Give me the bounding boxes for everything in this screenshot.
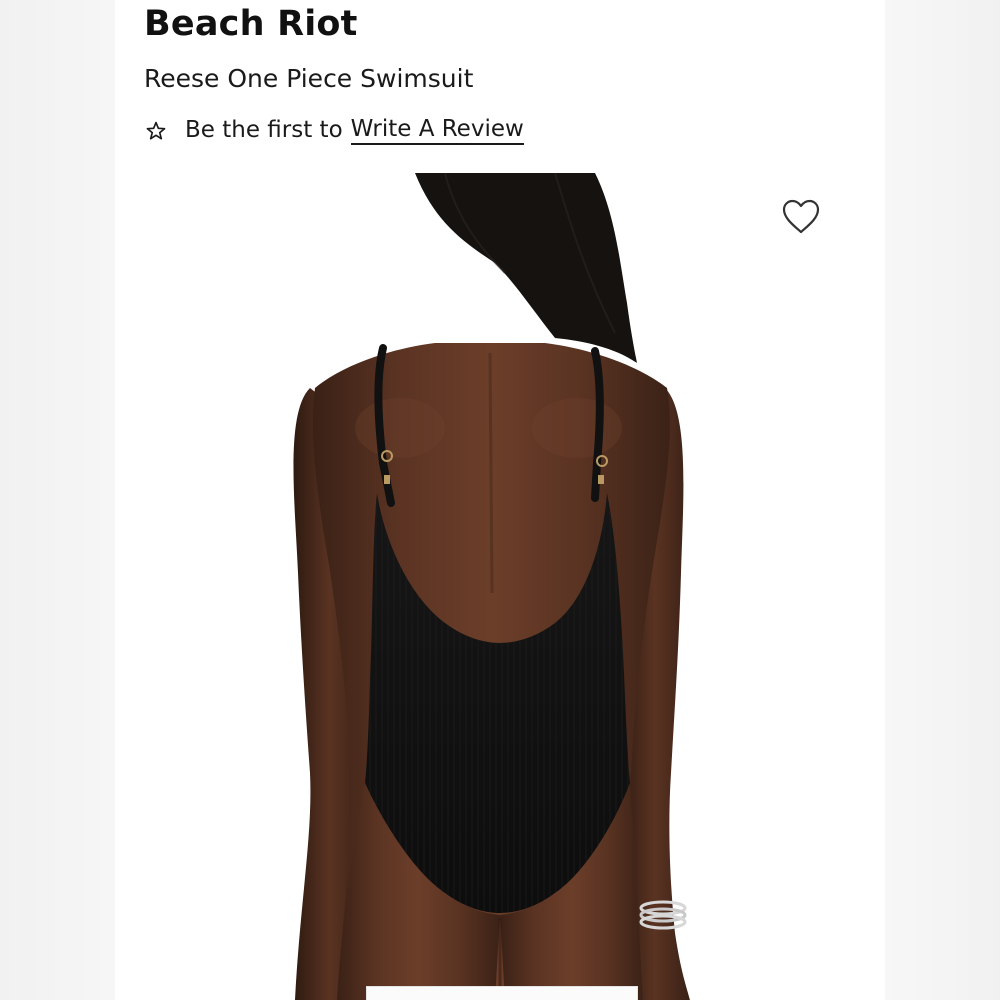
- right-backdrop: [885, 0, 1000, 1000]
- write-review-link[interactable]: Write A Review: [350, 116, 524, 145]
- brand-name[interactable]: Beach Riot: [144, 4, 358, 44]
- left-backdrop: [0, 0, 115, 1000]
- product-panel: Beach Riot Reese One Piece Swimsuit Be t…: [115, 0, 885, 1000]
- review-summary: Be the first to Write A Review: [145, 114, 524, 146]
- image-carousel-tab[interactable]: [366, 986, 638, 1000]
- review-lead-text: Be the first to: [185, 117, 343, 143]
- heart-outline-icon[interactable]: [779, 196, 823, 236]
- product-title: Reese One Piece Swimsuit: [144, 64, 474, 93]
- product-photo[interactable]: [115, 173, 885, 1000]
- star-outline-icon: [146, 121, 166, 140]
